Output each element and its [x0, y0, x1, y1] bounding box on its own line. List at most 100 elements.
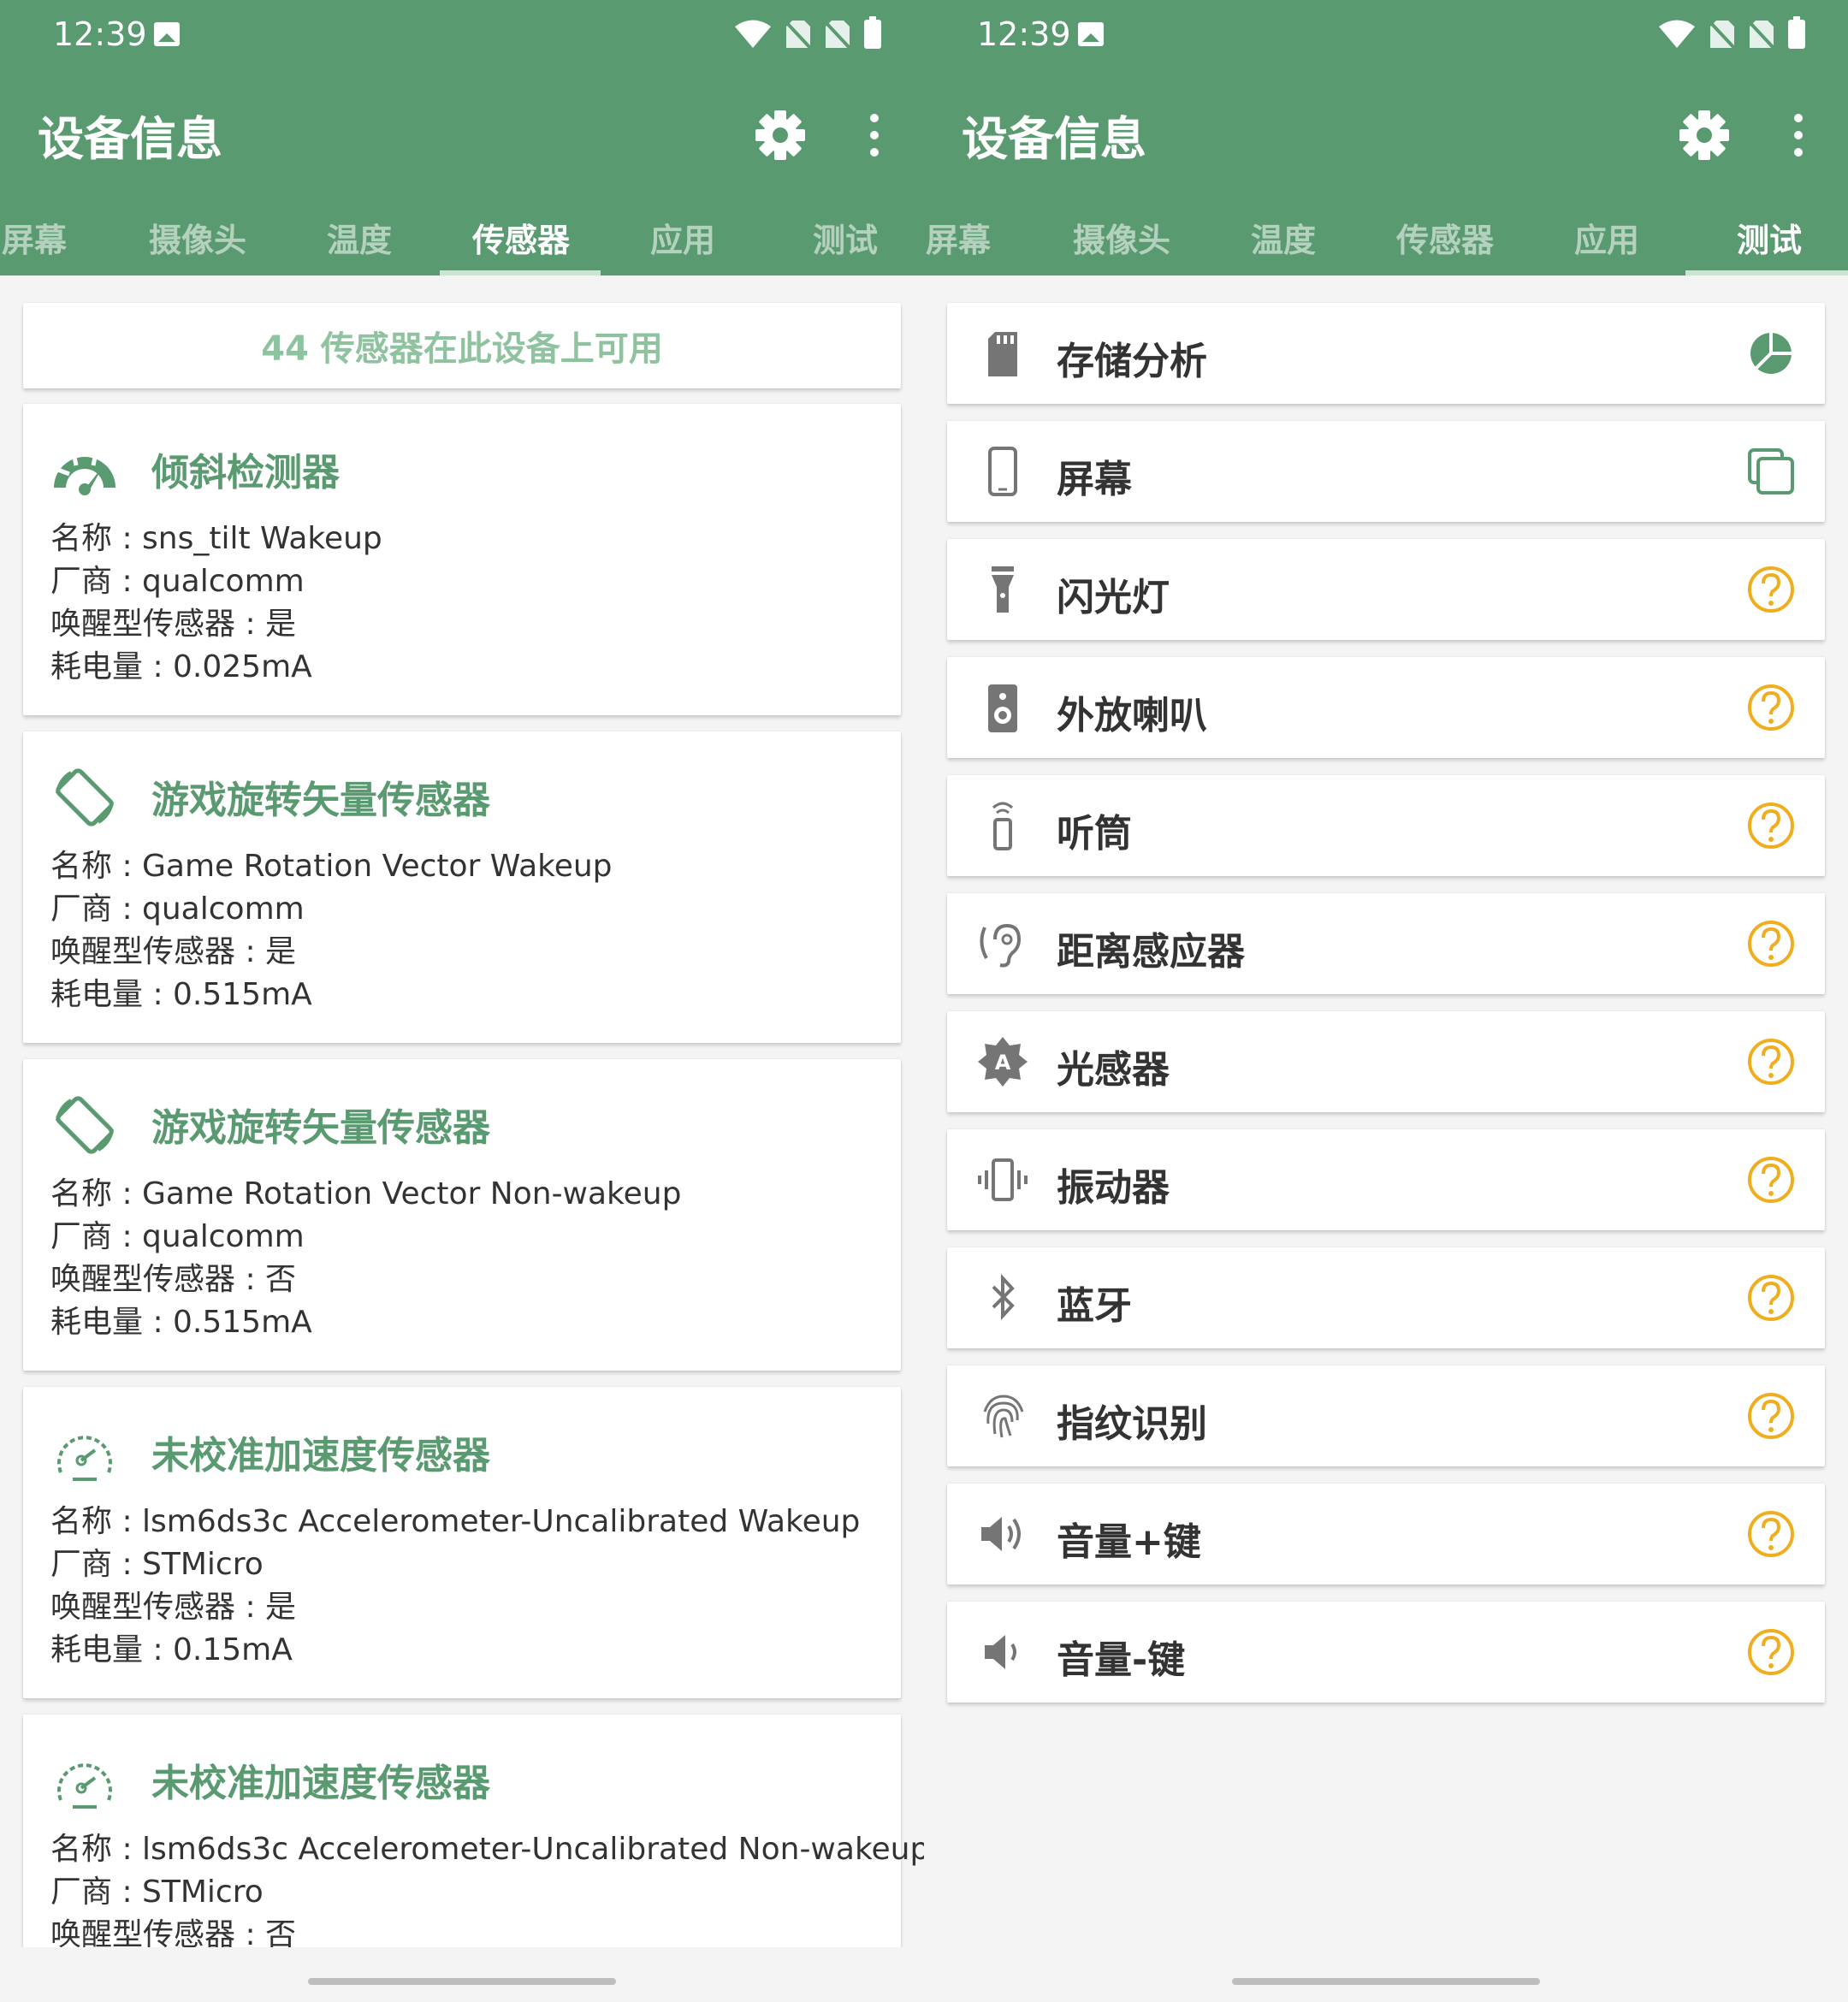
tab-bar: 屏幕 摄像头 温度 传感器 应用 测试	[924, 195, 1848, 275]
test-item-storage[interactable]: 存储分析	[947, 303, 1825, 404]
tab-screen[interactable]: 屏幕	[926, 214, 991, 261]
tab-temperature[interactable]: 温度	[1251, 214, 1316, 261]
hearing-icon	[980, 923, 1022, 968]
more-options-icon[interactable]	[859, 110, 890, 161]
earpiece-icon	[992, 802, 1014, 850]
brightness-auto-icon: A	[978, 1037, 1028, 1087]
test-label: 存储分析	[1057, 340, 1207, 383]
sensor-title: 倾斜检测器	[151, 451, 340, 495]
test-item-volume-up[interactable]: 音量+键	[947, 1484, 1825, 1584]
help-circle-icon	[1748, 1511, 1794, 1557]
wifi-icon	[735, 20, 771, 48]
test-label: 音量-键	[1057, 1638, 1186, 1682]
tab-indicator	[1685, 270, 1848, 275]
test-item-light-sensor[interactable]: A 光感器	[947, 1011, 1825, 1112]
help-circle-icon	[1748, 1039, 1794, 1085]
sensor-name: 名称 : sns_tilt Wakeup	[50, 521, 382, 556]
app-title: 设备信息	[38, 112, 222, 166]
tab-apps[interactable]: 应用	[1574, 214, 1639, 261]
fingerprint-icon	[983, 1395, 1024, 1438]
gauge-icon	[54, 447, 116, 495]
sensor-title: 未校准加速度传感器	[151, 1762, 490, 1805]
speedometer-icon	[57, 1436, 112, 1481]
speedometer-icon	[57, 1763, 112, 1809]
tab-tests[interactable]: 测试	[1737, 214, 1802, 261]
test-label: 指纹识别	[1057, 1402, 1207, 1446]
sensor-vendor: 厂商 : qualcomm	[50, 564, 305, 599]
sensor-name: 名称 : Game Rotation Vector Wakeup	[50, 849, 613, 884]
svg-text:A: A	[995, 1051, 1011, 1075]
sensor-card[interactable]: 未校准加速度传感器 名称 : lsm6ds3c Accelerometer-Un…	[23, 1387, 901, 1698]
gesture-handle[interactable]	[308, 1978, 616, 1985]
tab-indicator	[440, 270, 601, 275]
test-item-flashlight[interactable]: 闪光灯	[947, 539, 1825, 640]
sd-card-icon	[988, 332, 1017, 376]
test-item-volume-down[interactable]: 音量-键	[947, 1602, 1825, 1703]
tab-camera[interactable]: 摄像头	[149, 214, 246, 261]
phone-icon	[988, 447, 1017, 496]
help-circle-icon	[1748, 684, 1794, 731]
tab-temperature[interactable]: 温度	[327, 214, 392, 261]
wifi-icon	[1659, 20, 1695, 48]
help-circle-icon	[1748, 1275, 1794, 1321]
no-sim-icon	[785, 20, 811, 49]
right-screen: 12:39 设备信息 屏幕 摄像头 温度 传感器 应用 测试 存储分析 屏幕 闪…	[924, 0, 1848, 2002]
test-item-speaker[interactable]: 外放喇叭	[947, 657, 1825, 758]
sensor-title: 游戏旋转矢量传感器	[151, 779, 490, 822]
help-circle-icon	[1748, 1393, 1794, 1439]
help-circle-icon	[1748, 803, 1794, 849]
test-item-bluetooth[interactable]: 蓝牙	[947, 1247, 1825, 1348]
screen-rotation-icon	[56, 1096, 114, 1154]
sensor-vendor: 厂商 : qualcomm	[50, 891, 305, 927]
test-label: 距离感应器	[1057, 930, 1245, 974]
pie-chart-icon	[1750, 331, 1792, 374]
sensor-title: 游戏旋转矢量传感器	[151, 1106, 490, 1150]
navigation-bar	[924, 1947, 1848, 2002]
sensor-wakeup: 唤醒型传感器 : 是	[50, 934, 297, 969]
test-label: 光感器	[1057, 1048, 1170, 1092]
speaker-icon	[988, 684, 1017, 732]
sensor-card[interactable]: 游戏旋转矢量传感器 名称 : Game Rotation Vector Non-…	[23, 1059, 901, 1371]
volume-down-icon	[985, 1635, 1016, 1669]
gesture-handle[interactable]	[1232, 1978, 1540, 1985]
flashlight-icon	[992, 566, 1014, 613]
no-sim-icon	[1749, 20, 1774, 49]
tab-sensors[interactable]: 传感器	[472, 214, 570, 261]
no-sim-icon	[825, 20, 850, 49]
sensor-vendor: 厂商 : STMicro	[50, 1547, 264, 1582]
tab-apps[interactable]: 应用	[650, 214, 715, 261]
test-item-screen[interactable]: 屏幕	[947, 421, 1825, 522]
left-screen: 12:39 设备信息 屏幕 摄像头 温度 传感器 应用 测试 44 传感器在此设…	[0, 0, 924, 2002]
navigation-bar	[0, 1947, 924, 2002]
app-title: 设备信息	[962, 112, 1146, 166]
sensor-card[interactable]: 游戏旋转矢量传感器 名称 : Game Rotation Vector Wake…	[23, 732, 901, 1043]
more-options-icon[interactable]	[1783, 110, 1814, 161]
test-item-vibrator[interactable]: 振动器	[947, 1129, 1825, 1230]
status-time: 12:39	[977, 15, 1071, 53]
sensor-count-text: 44 传感器在此设备上可用	[261, 329, 663, 369]
test-item-fingerprint[interactable]: 指纹识别	[947, 1365, 1825, 1466]
test-label: 听筒	[1057, 812, 1132, 856]
volume-up-icon	[981, 1517, 1021, 1551]
battery-icon	[864, 16, 881, 49]
test-label: 外放喇叭	[1057, 694, 1207, 737]
help-circle-icon	[1748, 566, 1794, 613]
gear-icon[interactable]	[753, 108, 808, 163]
sensor-power: 耗电量 : 0.025mA	[50, 649, 312, 684]
sensor-name: 名称 : lsm6ds3c Accelerometer-Uncalibrated…	[50, 1504, 861, 1539]
help-circle-icon	[1748, 1157, 1794, 1203]
tab-bar: 屏幕 摄像头 温度 传感器 应用 测试	[0, 195, 924, 275]
sensor-vendor: 厂商 : STMicro	[50, 1875, 264, 1910]
tab-camera[interactable]: 摄像头	[1073, 214, 1170, 261]
tab-tests[interactable]: 测试	[813, 214, 878, 261]
image-notification-icon	[154, 22, 180, 46]
gear-icon[interactable]	[1677, 108, 1732, 163]
sensor-card[interactable]: 倾斜检测器 名称 : sns_tilt Wakeup 厂商 : qualcomm…	[23, 404, 901, 715]
help-circle-icon	[1748, 1629, 1794, 1675]
test-item-earpiece[interactable]: 听筒	[947, 775, 1825, 876]
test-item-proximity[interactable]: 距离感应器	[947, 893, 1825, 994]
test-label: 屏幕	[1057, 458, 1132, 501]
tab-sensors[interactable]: 传感器	[1396, 214, 1494, 261]
tab-screen[interactable]: 屏幕	[2, 214, 67, 261]
status-bar: 12:39	[924, 0, 1848, 72]
